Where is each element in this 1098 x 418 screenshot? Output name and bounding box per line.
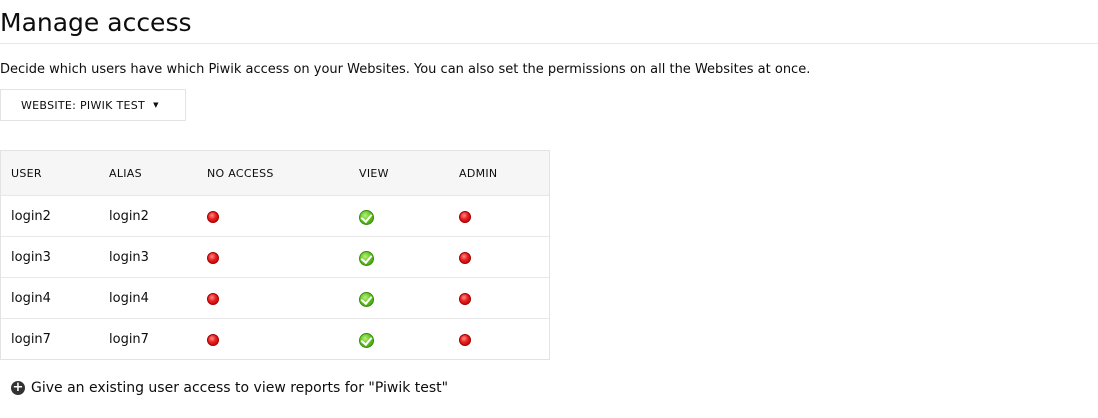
red-dot-icon[interactable] <box>207 252 219 264</box>
manage-access-page: Manage access Decide which users have wh… <box>0 0 1098 418</box>
user-login: login7 <box>11 331 51 347</box>
header-admin: ADMIN <box>459 166 498 180</box>
intro-text: Decide which users have which Piwik acce… <box>0 62 811 77</box>
table-row: login2 login2 <box>1 195 549 236</box>
title-divider <box>0 43 1098 44</box>
table-header: USER ALIAS NO ACCESS VIEW ADMIN <box>1 151 549 195</box>
header-no-access: NO ACCESS <box>207 166 274 180</box>
user-login: login2 <box>11 208 51 224</box>
green-check-circle-icon[interactable] <box>359 209 374 225</box>
access-table: USER ALIAS NO ACCESS VIEW ADMIN login2 l… <box>0 150 550 360</box>
table-row: login7 login7 <box>1 318 549 359</box>
user-alias: login2 <box>109 208 149 224</box>
table-row: login4 login4 <box>1 277 549 318</box>
page-title: Manage access <box>0 8 192 37</box>
user-alias: login4 <box>109 290 149 306</box>
green-check-circle-icon[interactable] <box>359 332 374 348</box>
plus-circle-icon: + <box>11 380 25 395</box>
user-alias: login3 <box>109 249 149 265</box>
give-access-link[interactable]: + Give an existing user access to view r… <box>11 378 448 398</box>
header-user: USER <box>11 166 42 180</box>
red-dot-icon[interactable] <box>207 293 219 305</box>
table-row: login3 login3 <box>1 236 549 277</box>
red-dot-icon[interactable] <box>459 252 471 264</box>
green-check-circle-icon[interactable] <box>359 250 374 266</box>
green-check-circle-icon[interactable] <box>359 291 374 307</box>
caret-down-icon: ▼ <box>153 100 159 109</box>
user-login: login4 <box>11 290 51 306</box>
red-dot-icon[interactable] <box>207 334 219 346</box>
red-dot-icon[interactable] <box>459 334 471 346</box>
user-alias: login7 <box>109 331 149 347</box>
header-view: VIEW <box>359 166 389 180</box>
red-dot-icon[interactable] <box>207 211 219 223</box>
header-alias: ALIAS <box>109 166 142 180</box>
website-selector[interactable]: WEBSITE: PIWIK TEST ▼ <box>0 89 186 121</box>
user-login: login3 <box>11 249 51 265</box>
website-selector-label: WEBSITE: PIWIK TEST <box>21 98 146 112</box>
red-dot-icon[interactable] <box>459 293 471 305</box>
give-access-label: Give an existing user access to view rep… <box>31 380 449 396</box>
red-dot-icon[interactable] <box>459 211 471 223</box>
